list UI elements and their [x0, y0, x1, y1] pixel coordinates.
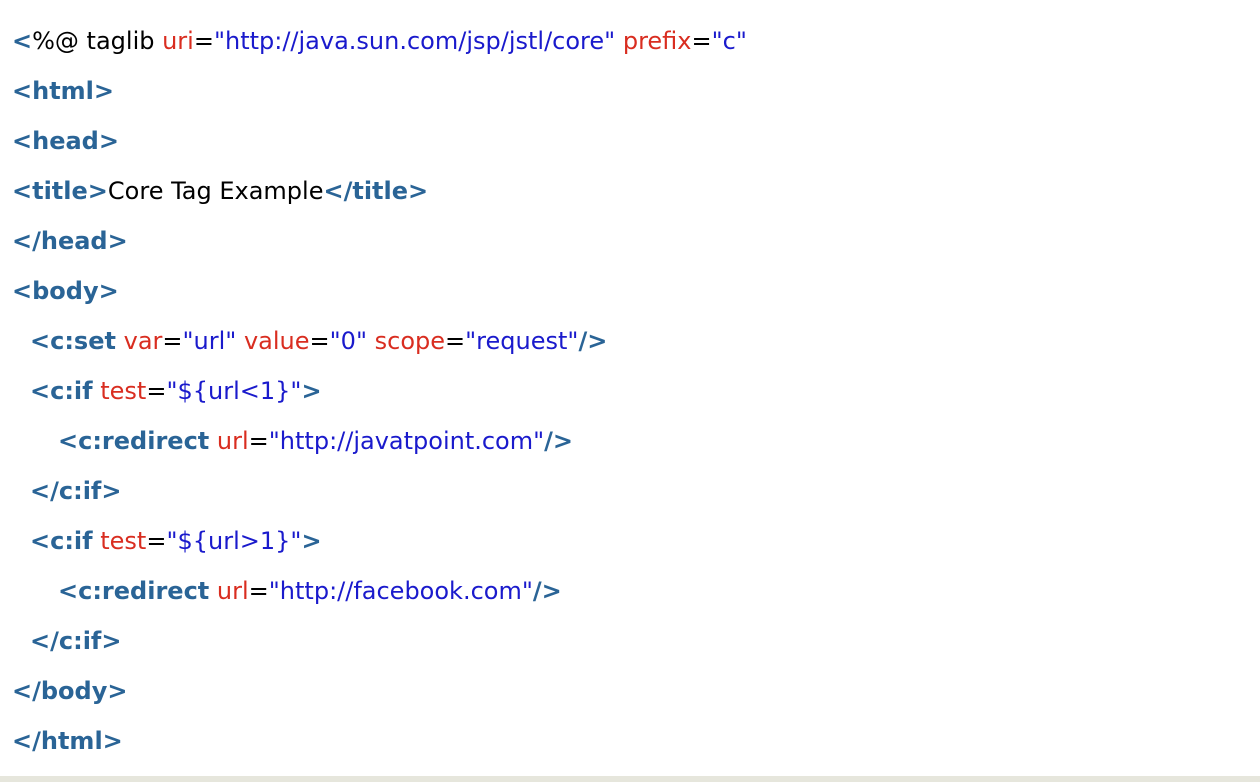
code-line: </html> — [12, 716, 1252, 766]
code-text: = — [248, 577, 269, 605]
code-tag: </c:if> — [30, 627, 122, 655]
code-text: = — [248, 427, 269, 455]
code-tag: <c:set — [30, 327, 116, 355]
code-line: </body> — [12, 666, 1252, 716]
code-string: "request" — [465, 327, 579, 355]
code-line: <%@ taglib uri="http://java.sun.com/jsp/… — [12, 16, 1252, 66]
code-line: <head> — [12, 116, 1252, 166]
code-tag: </body> — [12, 677, 128, 705]
code-text: = — [146, 377, 167, 405]
code-tag: /> — [544, 427, 574, 455]
code-tag: <c:redirect — [58, 577, 210, 605]
code-tag: <html> — [12, 77, 115, 105]
code-attribute: value — [243, 327, 310, 355]
code-tag: </c:if> — [30, 477, 122, 505]
code-attribute: url — [216, 427, 249, 455]
code-text: = — [309, 327, 330, 355]
code-line: <c:set var="url" value="0" scope="reques… — [12, 316, 1252, 366]
code-attribute: prefix — [622, 27, 692, 55]
code-attribute: test — [100, 527, 147, 555]
code-line: </c:if> — [12, 616, 1252, 666]
code-text: Core Tag Example — [107, 177, 324, 205]
code-string: "${url<1}" — [166, 377, 302, 405]
code-string: "http://facebook.com" — [268, 577, 533, 605]
code-tag: <c:if — [30, 527, 93, 555]
code-text: %@ taglib — [32, 27, 163, 55]
code-line: <c:redirect url="http://facebook.com"/> — [12, 566, 1252, 616]
code-line: <body> — [12, 266, 1252, 316]
code-line: </head> — [12, 216, 1252, 266]
code-string: "url" — [182, 327, 237, 355]
code-tag: <title> — [12, 177, 108, 205]
code-text: = — [146, 527, 167, 555]
code-tag: <body> — [12, 277, 119, 305]
code-tag: /> — [532, 577, 562, 605]
code-tag: /> — [578, 327, 608, 355]
code-attribute: test — [100, 377, 147, 405]
code-line: <html> — [12, 66, 1252, 116]
code-tag: < — [12, 27, 33, 55]
code-string: "http://javatpoint.com" — [268, 427, 545, 455]
bottom-divider — [0, 776, 1260, 782]
code-tag: </html> — [12, 727, 123, 755]
code-text: = — [162, 327, 183, 355]
code-tag: <c:redirect — [58, 427, 210, 455]
code-line: <c:if test="${url<1}"> — [12, 366, 1252, 416]
code-listing: <%@ taglib uri="http://java.sun.com/jsp/… — [12, 16, 1252, 766]
code-line: <c:if test="${url>1}"> — [12, 516, 1252, 566]
code-string: "0" — [329, 327, 367, 355]
code-tag: > — [301, 377, 322, 405]
code-string: "c" — [711, 27, 747, 55]
code-tag: <head> — [12, 127, 119, 155]
code-string: "${url>1}" — [166, 527, 302, 555]
code-attribute: uri — [162, 27, 194, 55]
code-tag: > — [301, 527, 322, 555]
code-tag: <c:if — [30, 377, 93, 405]
code-line: <c:redirect url="http://javatpoint.com"/… — [12, 416, 1252, 466]
code-line: </c:if> — [12, 466, 1252, 516]
code-text: = — [691, 27, 712, 55]
code-tag: </title> — [323, 177, 429, 205]
code-text: = — [193, 27, 214, 55]
code-text: = — [445, 327, 466, 355]
code-attribute: var — [123, 327, 163, 355]
code-line: <title>Core Tag Example</title> — [12, 166, 1252, 216]
code-string: "http://java.sun.com/jsp/jstl/core" — [213, 27, 616, 55]
code-attribute: scope — [374, 327, 446, 355]
code-attribute: url — [216, 577, 249, 605]
code-tag: </head> — [12, 227, 128, 255]
